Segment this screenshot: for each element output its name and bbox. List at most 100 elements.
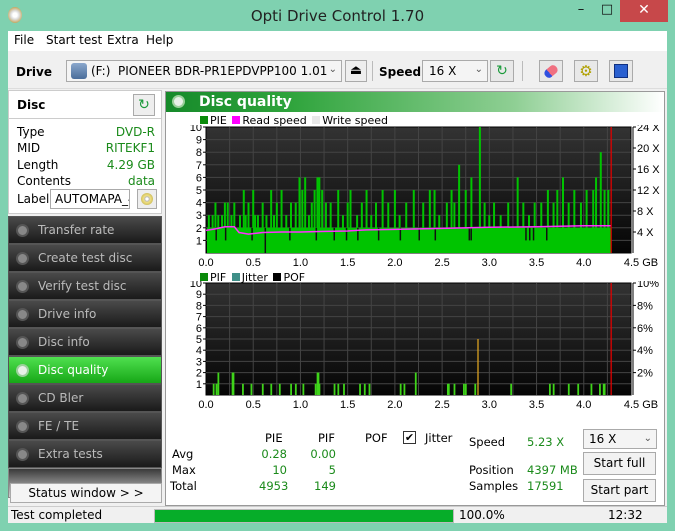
pie-bar — [488, 215, 491, 253]
pif-bar — [567, 383, 570, 395]
y-tick-label: 1 — [196, 235, 202, 247]
test-speed-select[interactable]: 16 X ⌄ — [583, 429, 657, 449]
menu-help[interactable]: Help — [146, 33, 173, 47]
nav-item-cd-bler[interactable]: CD Bler — [8, 384, 162, 412]
menu-bar: File Start test Extra Help — [8, 31, 667, 51]
pie-bar — [275, 202, 278, 253]
status-window-button[interactable]: Status window > > — [10, 483, 162, 503]
pif-bar — [453, 383, 456, 395]
y-tick-label: 2 — [196, 223, 202, 235]
pie-bar — [552, 202, 555, 253]
chevron-down-icon: ⌄ — [474, 64, 483, 75]
menu-start-test[interactable]: Start test — [46, 33, 102, 47]
save-button[interactable] — [609, 60, 633, 82]
y2-tick-label: 4% — [637, 345, 653, 357]
menu-file[interactable]: File — [14, 33, 34, 47]
pif-bar — [290, 383, 292, 395]
title-bar: Opti Drive Control 1.70 – □ ✕ — [0, 0, 675, 31]
pie-bar — [458, 164, 461, 253]
nav-item-create-test-disc[interactable]: Create test disc — [8, 244, 162, 272]
disc-test-icon — [16, 252, 29, 265]
pie-dip — [525, 227, 527, 241]
drive-select[interactable]: (F:) PIONEER BDR-PR1EPDVPP100 1.01 ⌄ — [66, 60, 342, 82]
pie-bar — [217, 215, 220, 253]
start-part-button[interactable]: Start part — [583, 479, 656, 502]
legend-pof-swatch — [273, 273, 282, 281]
pie-bar — [428, 190, 431, 253]
pie-bar — [221, 215, 224, 253]
pie-bar — [592, 190, 595, 253]
eject-button[interactable]: ⏏ — [345, 60, 367, 82]
x-tick-label: 1.0 — [293, 257, 308, 269]
pif-bar — [399, 383, 402, 395]
pie-bar — [585, 190, 588, 253]
refresh-disc-button[interactable]: ↻ — [133, 94, 155, 116]
eject-icon: ⏏ — [349, 63, 363, 78]
pie-chart: 12345678910 0.0 0.5 1.0 1.5 2.0 2.5 3.0 3.5 4.0 4.… — [190, 125, 661, 269]
avg-pif: 0.00 — [310, 447, 336, 461]
app-client: File Start test Extra Help Drive (F:) PI… — [8, 31, 667, 523]
stats-header-pof: POF — [365, 431, 388, 445]
pie-bar — [573, 190, 576, 253]
legend-jitter-swatch — [231, 273, 240, 281]
x-tick-label: 4.5 GB — [624, 257, 658, 269]
nav-item-label: FE / TE — [38, 419, 80, 433]
refresh-speed-button[interactable]: ↻ — [490, 60, 514, 82]
nav-item-extra-tests[interactable]: Extra tests — [8, 440, 162, 468]
pie-bar — [301, 190, 304, 253]
pie-bar — [562, 177, 564, 253]
drive-label: Drive — [16, 65, 52, 79]
pie-bar — [599, 152, 602, 253]
y2-tick-label: 10% — [637, 281, 659, 290]
progress-text: 100.0% — [459, 508, 505, 522]
pie-dip — [289, 227, 291, 241]
erase-button[interactable] — [539, 60, 563, 82]
cd-icon[interactable] — [137, 189, 157, 209]
pie-bar — [464, 190, 467, 253]
pif-bar — [318, 383, 321, 395]
y-tick-label: 4 — [196, 198, 202, 210]
pie-bar — [324, 202, 327, 253]
x-tick-label: 4.0 — [576, 257, 591, 269]
avg-label: Avg — [172, 447, 194, 461]
close-button[interactable]: ✕ — [620, 0, 668, 22]
pie-bar — [310, 202, 313, 253]
disc-type-value: DVD-R — [115, 125, 155, 139]
max-pie: 10 — [272, 463, 287, 477]
y-tick-label: 2 — [196, 368, 202, 380]
settings-button[interactable]: ⚙ — [574, 60, 598, 82]
pie-bar — [522, 202, 525, 253]
y-tick-label: 4 — [196, 345, 202, 357]
refresh-icon: ↻ — [496, 63, 508, 79]
nav-item-fe-te[interactable]: FE / TE — [8, 412, 162, 440]
nav-item-drive-info[interactable]: Drive info — [8, 300, 162, 328]
nav-item-transfer-rate[interactable]: Transfer rate — [8, 216, 162, 244]
speed-select[interactable]: 16 X ⌄ — [422, 60, 488, 82]
jitter-checkbox[interactable]: ✔ — [403, 431, 416, 444]
drive-value: (F:) PIONEER BDR-PR1EPDVPP100 1.01 — [91, 64, 328, 78]
pie-dip — [532, 227, 535, 241]
pif-bar — [368, 383, 371, 395]
pie-bar — [478, 127, 481, 253]
start-full-button[interactable]: Start full — [583, 452, 656, 475]
pie-bar — [433, 190, 436, 253]
minimize-button[interactable]: – — [568, 0, 594, 22]
pif-bar — [414, 372, 417, 395]
nav-item-disc-info[interactable]: Disc info — [8, 328, 162, 356]
pif-bar — [603, 383, 606, 395]
nav-item-verify-test-disc[interactable]: Verify test disc — [8, 272, 162, 300]
test-speed-value: 16 X — [589, 432, 617, 446]
pie-bar — [516, 177, 519, 253]
pie-bar — [270, 190, 273, 253]
disc-title: Disc — [17, 98, 46, 112]
x-tick-label: 3.0 — [482, 399, 497, 411]
disc-length-key: Length — [17, 158, 59, 172]
nav-item-disc-quality[interactable]: Disc quality — [8, 356, 162, 384]
menu-extra[interactable]: Extra — [107, 33, 139, 47]
disc-label-input[interactable]: AUTOMAPA_4_ — [50, 189, 130, 209]
y-tick-label: 7 — [196, 312, 202, 324]
y2-tick-label: 8 X — [637, 206, 654, 218]
pie-bar — [422, 202, 425, 253]
max-label: Max — [172, 463, 196, 477]
maximize-button[interactable]: □ — [594, 0, 620, 22]
